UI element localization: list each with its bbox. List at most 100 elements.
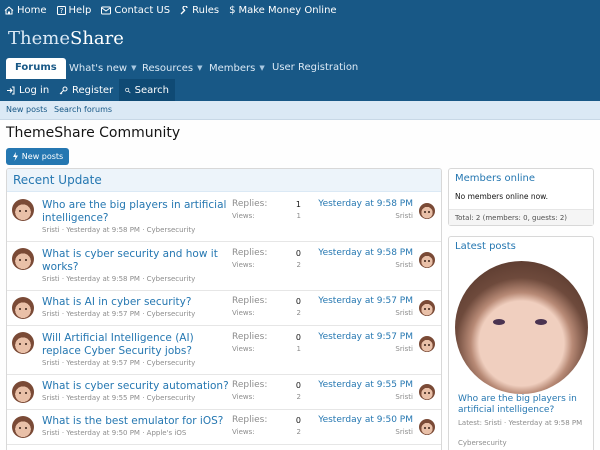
avatar[interactable] (12, 416, 34, 438)
last-post-date[interactable]: Yesterday at 9:58 PM (318, 248, 413, 258)
thread-title[interactable]: What is AI in cyber security? (42, 296, 232, 309)
thread-row[interactable]: What is cyber security and how it works?… (7, 242, 441, 291)
replies-label: Replies: (232, 199, 268, 209)
site-header: ThemeShare (0, 20, 600, 58)
last-post-date[interactable]: Yesterday at 9:57 PM (318, 332, 413, 342)
thread-row[interactable]: What is AI in cyber security? Sristi · Y… (7, 291, 441, 326)
register-link[interactable]: Register (53, 79, 119, 101)
last-poster-avatar[interactable] (419, 336, 435, 352)
last-poster-avatar[interactable] (419, 203, 435, 219)
latest-post-title[interactable]: Who are the big players in artificial in… (458, 394, 588, 416)
thread-title[interactable]: What is cyber security automation? (42, 380, 232, 393)
views-label: Views: (232, 309, 255, 317)
site-logo[interactable]: ThemeShare (8, 28, 124, 49)
members-online-widget: Members online No members online now. To… (448, 168, 594, 226)
account-bar: Log in Register Search (0, 79, 600, 101)
make-money-link-label: Make Money Online (238, 4, 337, 16)
views-count: 1 (296, 212, 301, 220)
views-count: 2 (296, 309, 301, 317)
thread-title[interactable]: What is cyber security and how it works? (42, 248, 232, 274)
thread-row[interactable]: What is the best emulator for iOS? Srist… (7, 410, 441, 445)
thread-title[interactable]: Will Artificial Intelligence (AI) replac… (42, 332, 232, 358)
home-icon (4, 5, 14, 14)
last-post-date[interactable]: Yesterday at 9:55 PM (318, 380, 413, 390)
search-label: Search (134, 84, 169, 96)
contact-link-label: Contact US (114, 4, 171, 16)
contact-link[interactable]: Contact US (101, 5, 170, 16)
login-label: Log in (19, 84, 50, 96)
latest-posts-heading[interactable]: Latest posts (449, 237, 593, 256)
chevron-down-icon[interactable]: ▼ (197, 58, 202, 78)
thread-forum[interactable]: Cybersecurity (147, 310, 196, 318)
thread-author[interactable]: Sristi (42, 359, 60, 367)
help-link-label: Help (68, 4, 92, 16)
thread-row[interactable]: What is cyber security automation? Srist… (7, 375, 441, 410)
avatar[interactable] (12, 381, 34, 403)
last-post-user[interactable]: Sristi (395, 393, 413, 401)
replies-label: Replies: (232, 415, 268, 425)
last-post-date[interactable]: Yesterday at 9:57 PM (318, 296, 413, 306)
views-label: Views: (232, 261, 255, 269)
new-posts-button[interactable]: New posts (6, 148, 69, 165)
main-nav: Forums What's new ▼ Resources ▼ Members ▼ U… (0, 58, 600, 79)
last-post-user[interactable]: Sristi (395, 428, 413, 436)
thread-author[interactable]: Sristi (42, 275, 60, 283)
search-forums-link[interactable]: Search forums (54, 105, 112, 114)
last-post-user[interactable]: Sristi (395, 345, 413, 353)
avatar[interactable] (12, 199, 34, 221)
thread-date: Yesterday at 9:58 PM (66, 275, 140, 283)
thread-title[interactable]: Who are the big players in artificial in… (42, 199, 232, 225)
tab-forums[interactable]: Forums (6, 58, 66, 79)
new-posts-link[interactable]: New posts (6, 105, 47, 114)
thread-meta: Sristi · Yesterday at 9:55 PM · Cybersec… (42, 394, 196, 402)
latest-post-forum[interactable]: Cybersecurity (458, 439, 507, 447)
tab-user-registration[interactable]: User Registration (272, 58, 358, 79)
avatar[interactable] (12, 332, 34, 354)
thread-forum[interactable]: Cybersecurity (147, 226, 196, 234)
last-post-date[interactable]: Yesterday at 9:50 PM (318, 415, 413, 425)
thread-title[interactable]: What is the best emulator for iOS? (42, 415, 232, 428)
thread-author[interactable]: Sristi (42, 394, 60, 402)
tab-members-label: Members (209, 63, 256, 74)
last-poster-avatar[interactable] (419, 300, 435, 316)
views-label: Views: (232, 428, 255, 436)
help-link[interactable]: ? Help (56, 4, 92, 16)
tab-resources[interactable]: Resources ▼ (142, 58, 202, 79)
last-poster-avatar[interactable] (419, 419, 435, 435)
members-online-heading[interactable]: Members online (449, 169, 593, 187)
replies-count: 1 (295, 200, 301, 209)
last-post-date[interactable]: Yesterday at 9:58 PM (318, 199, 413, 209)
login-link[interactable]: Log in (0, 79, 55, 101)
last-post-user[interactable]: Sristi (395, 309, 413, 317)
avatar[interactable] (12, 297, 34, 319)
thread-author[interactable]: Sristi (42, 429, 60, 437)
avatar[interactable] (12, 248, 34, 270)
search-button[interactable]: Search (119, 79, 175, 101)
thread-date: Yesterday at 9:58 PM (66, 226, 140, 234)
thread-forum[interactable]: Apple's iOS (147, 429, 187, 437)
home-link-label: Home (17, 4, 47, 16)
tab-members[interactable]: Members ▼ (209, 58, 265, 79)
thread-author[interactable]: Sristi (42, 310, 60, 318)
replies-count: 0 (295, 333, 301, 342)
thread-author[interactable]: Sristi (42, 226, 60, 234)
latest-post-avatar[interactable] (455, 261, 588, 394)
tab-whats-new[interactable]: What's new ▼ (69, 58, 136, 79)
last-post-user[interactable]: Sristi (395, 261, 413, 269)
thread-forum[interactable]: Cybersecurity (147, 394, 196, 402)
home-link[interactable]: Home (4, 5, 47, 16)
replies-label: Replies: (232, 248, 268, 258)
last-poster-avatar[interactable] (419, 252, 435, 268)
thread-row[interactable]: Will Artificial Intelligence (AI) replac… (7, 326, 441, 375)
chevron-down-icon[interactable]: ▼ (131, 58, 136, 78)
last-post-user[interactable]: Sristi (395, 212, 413, 220)
last-poster-avatar[interactable] (419, 384, 435, 400)
thread-forum[interactable]: Cybersecurity (147, 275, 196, 283)
help-icon: ? (56, 5, 66, 15)
thread-forum[interactable]: Cybersecurity (147, 359, 196, 367)
rules-link[interactable]: Rules (180, 5, 219, 16)
thread-row[interactable]: Who are the big players in artificial in… (7, 193, 441, 242)
make-money-link[interactable]: $ Make Money Online (229, 5, 337, 16)
wrench-icon (180, 5, 188, 14)
chevron-down-icon[interactable]: ▼ (259, 58, 264, 78)
